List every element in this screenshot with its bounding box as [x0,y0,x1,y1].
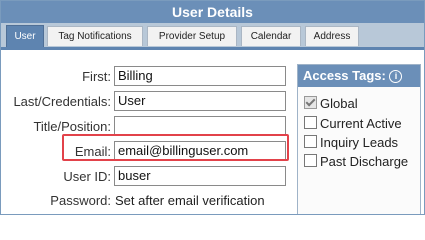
access-tag-label: Inquiry Leads [320,135,399,150]
user-details-window: User Details User Tag Notifications Prov… [0,0,425,215]
email-highlight-box [62,134,289,161]
tab-provider-setup[interactable]: Provider Setup [147,26,237,46]
tab-strip: User Tag Notifications Provider Setup Ca… [1,23,424,48]
window-title: User Details [1,1,424,23]
access-tag-current-active[interactable]: Current Active [304,116,402,134]
title-position-label: Title/Position: [33,119,111,134]
password-status: Set after email verification [115,193,265,208]
access-tags-header: Access Tags: i [298,65,420,87]
tab-underline [1,47,424,50]
last-credentials-label: Last/Credentials: [13,94,111,109]
title-position-input[interactable] [114,116,286,136]
user-id-input[interactable]: buser [114,166,286,186]
checkbox-icon[interactable] [304,116,317,129]
access-tag-inquiry-leads[interactable]: Inquiry Leads [304,135,398,153]
tab-calendar[interactable]: Calendar [241,26,301,46]
password-label: Password: [50,193,111,208]
checkbox-icon[interactable] [304,135,317,148]
access-tag-global[interactable]: Global [304,96,358,114]
access-tag-past-discharge[interactable]: Past Discharge [304,154,408,172]
first-label: First: [82,69,111,84]
tab-user[interactable]: User [6,25,44,48]
checkbox-icon[interactable] [304,154,317,167]
access-tags-title: Access Tags: [303,68,386,83]
tab-tag-notifications[interactable]: Tag Notifications [47,26,143,46]
checkbox-checked-icon[interactable] [304,96,317,109]
first-name-input[interactable]: Billing [114,66,286,86]
access-tag-label: Global [320,96,358,111]
user-id-label: User ID: [63,169,111,184]
info-icon[interactable]: i [389,70,403,83]
tab-address[interactable]: Address [305,26,359,46]
access-tag-label: Past Discharge [320,154,409,169]
last-name-input[interactable]: User [114,91,286,111]
access-tag-label: Current Active [320,116,402,131]
access-tags-panel: Access Tags: i Global Current Active Inq… [297,64,421,214]
